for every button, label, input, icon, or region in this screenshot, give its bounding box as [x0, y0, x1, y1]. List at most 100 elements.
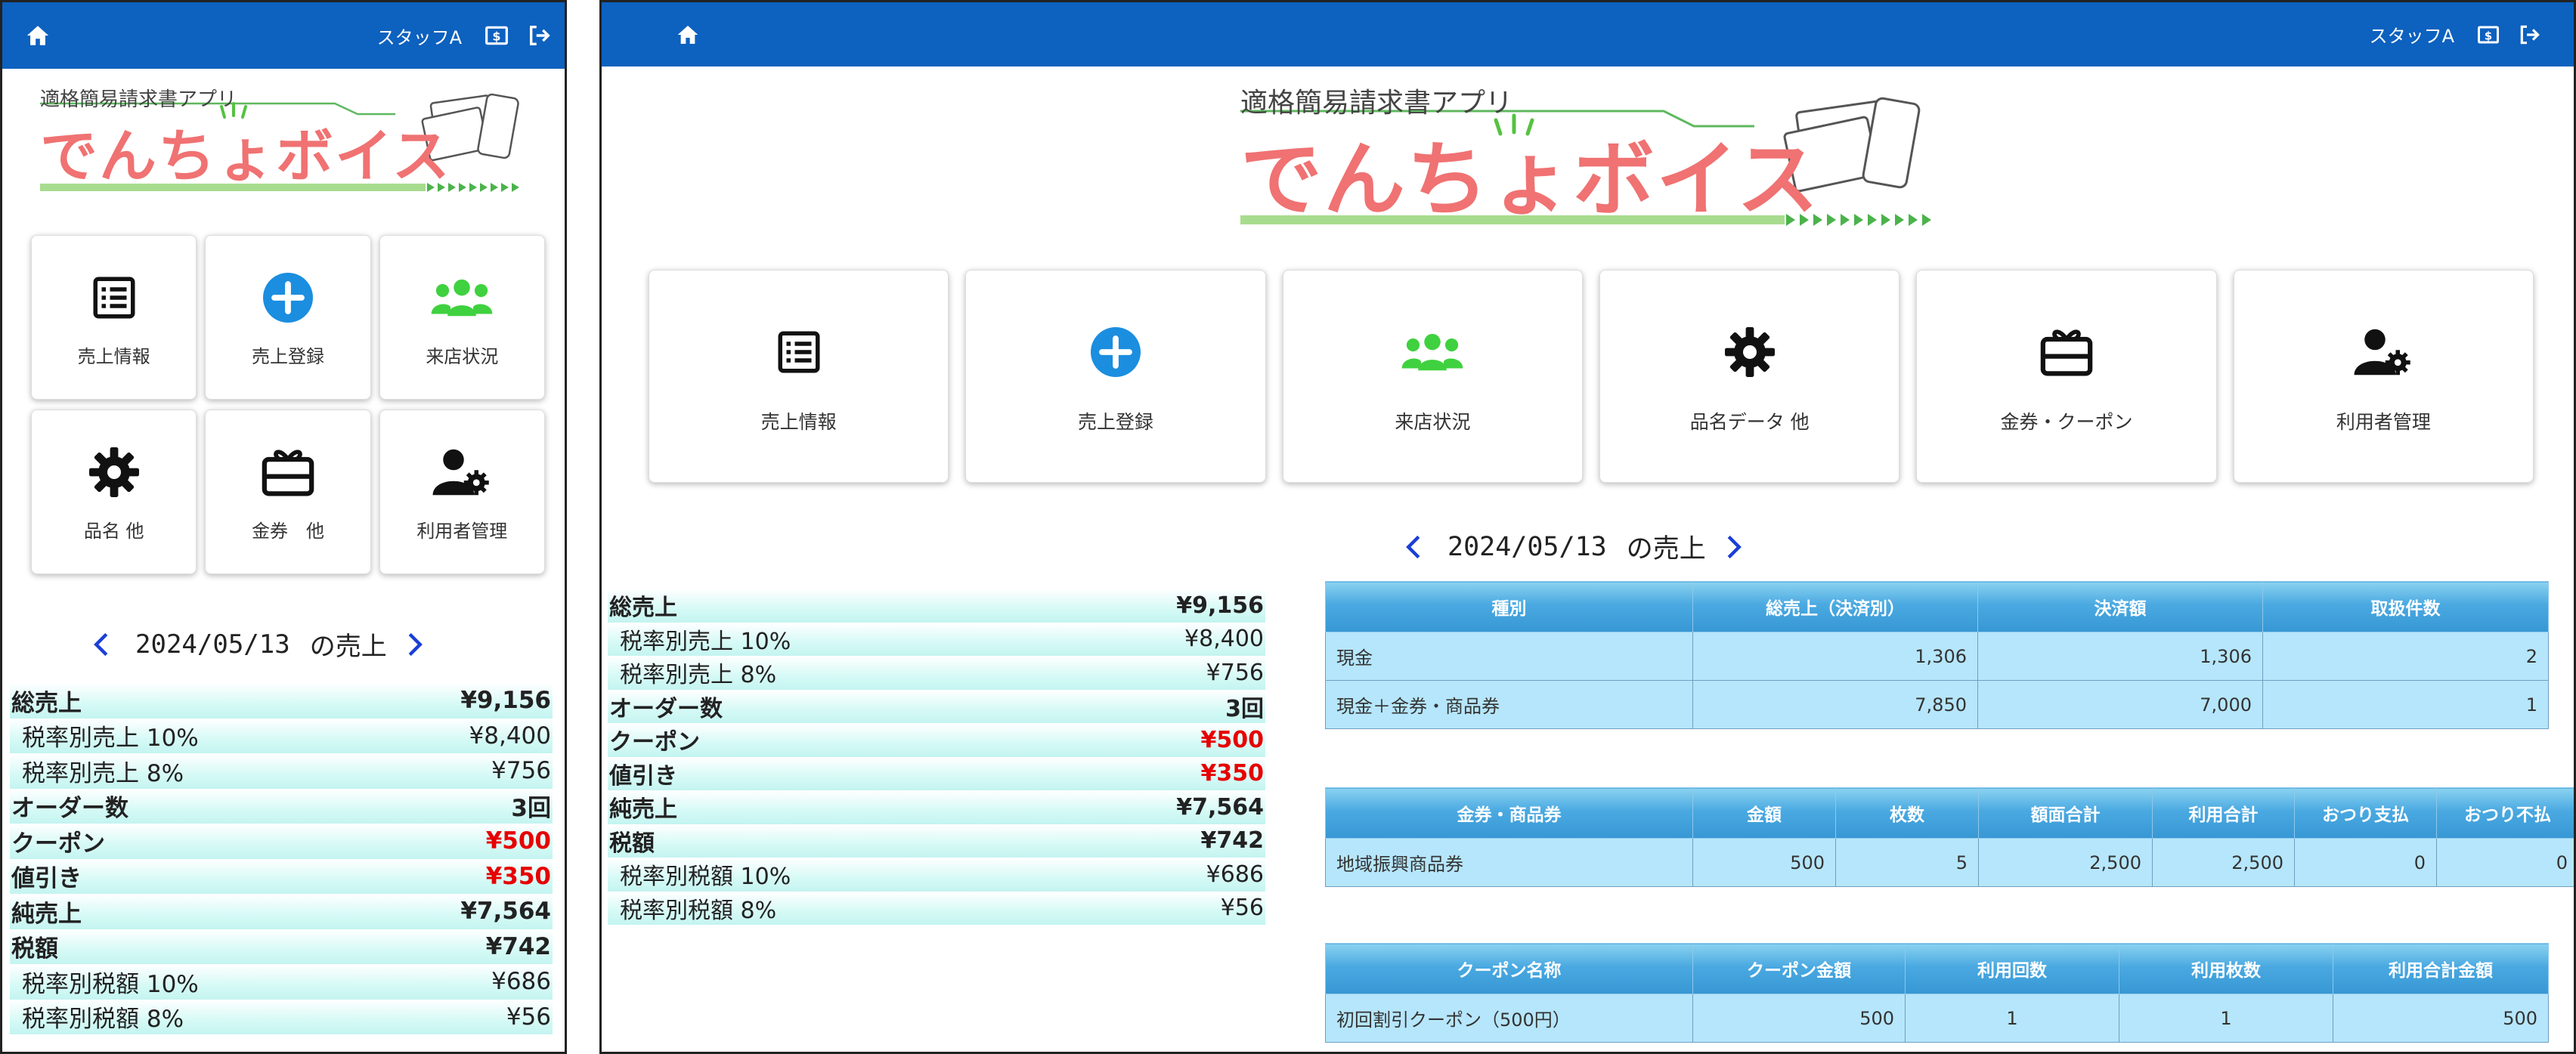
gear-icon [87, 442, 141, 502]
tile-sales-info[interactable]: 売上情報 [31, 235, 197, 400]
sales-date-suffix: の売上 [309, 632, 387, 662]
summary-row: 税率別売上 8% ¥756 [608, 656, 1265, 690]
summary-label: 税率別税額 10% [22, 970, 199, 998]
summary-row: 純売上 ¥7,564 [10, 894, 553, 929]
summary-label: 税率別売上 8% [620, 662, 777, 689]
staff-name: スタッフA [2369, 26, 2454, 47]
users-icon [429, 267, 494, 328]
tile-label: 金券 他 [251, 520, 324, 542]
column-header: 金額 [1692, 787, 1836, 839]
summary-value: ¥686 [1206, 861, 1264, 888]
summary-value: 3回 [511, 795, 551, 823]
summary-row: 税率別売上 10% ¥8,400 [608, 622, 1265, 656]
home-icon[interactable] [25, 23, 51, 48]
table-cell: 500 [1692, 994, 1906, 1043]
summary-row: 税率別売上 10% ¥8,400 [10, 718, 553, 753]
summary-row: 税率別税額 10% ¥686 [10, 964, 553, 1000]
tile-vouchers[interactable]: 金券 他 [205, 410, 371, 574]
summary-label: 純売上 [609, 796, 677, 824]
column-header: おつり支払 [2294, 787, 2437, 839]
table-cell: 2,500 [2152, 838, 2295, 887]
sales-date-suffix: の売上 [1626, 534, 1706, 564]
tile-items[interactable]: 品名 他 [31, 410, 197, 574]
tile-visit-status[interactable]: 来店状況 [379, 235, 545, 400]
svg-text:$: $ [492, 29, 500, 44]
summary-value: ¥8,400 [469, 722, 551, 750]
summary-value: ¥500 [485, 827, 551, 855]
tile-user-management[interactable]: 利用者管理 [2233, 270, 2534, 483]
summary-row: 総売上 ¥9,156 [10, 683, 553, 719]
summary-label: 税額 [609, 830, 655, 857]
summary-row: 税額 ¥742 [10, 929, 553, 964]
summary-value: ¥56 [506, 1003, 551, 1031]
chevron-left-icon[interactable] [93, 632, 110, 657]
tile-sales-register[interactable]: 売上登録 [965, 270, 1266, 483]
cash-register-icon[interactable]: $ [485, 24, 509, 47]
logo-title: でんちょボイス [1240, 133, 1820, 227]
chevron-left-icon[interactable] [1405, 534, 1422, 560]
tile-user-management[interactable]: 利用者管理 [379, 410, 545, 574]
date-navigator: 2024/05/13 の売上 [93, 626, 423, 663]
column-header: 利用回数 [1905, 943, 2119, 994]
sales-summary: 総売上 ¥9,156 税率別売上 10% ¥8,400 税率別売上 8% ¥756 オーダー… [10, 683, 553, 1034]
summary-value: ¥7,564 [460, 898, 551, 926]
column-header: 種別 [1325, 581, 1693, 632]
table-cell: 2,500 [1978, 838, 2153, 887]
chevron-right-icon[interactable] [407, 632, 423, 657]
summary-value: 3回 [1225, 695, 1264, 722]
column-header: 取扱件数 [2262, 581, 2549, 632]
table-cell: 500 [2333, 994, 2549, 1043]
cash-register-icon[interactable]: $ [2477, 24, 2500, 45]
summary-value: ¥56 [1220, 895, 1264, 922]
summary-value: ¥742 [485, 932, 551, 960]
column-header: 金券・商品券 [1325, 787, 1693, 839]
summary-row: 値引き ¥350 [608, 756, 1265, 790]
tile-label: 売上登録 [1077, 411, 1153, 433]
logout-icon[interactable] [2518, 23, 2542, 46]
tile-sales-register[interactable]: 売上登録 [205, 235, 371, 400]
summary-value: ¥9,156 [1176, 592, 1264, 619]
summary-value: ¥756 [491, 757, 551, 785]
column-header: 枚数 [1835, 787, 1979, 839]
plus-circle-icon [261, 267, 315, 328]
summary-value: ¥9,156 [460, 687, 551, 715]
tile-label: 来店状況 [426, 345, 499, 367]
summary-row: クーポン ¥500 [10, 824, 553, 859]
summary-label: 純売上 [11, 900, 82, 928]
column-header: 利用合計 [2152, 787, 2295, 839]
tile-vouchers-coupons[interactable]: 金券・クーポン [1916, 270, 2217, 483]
column-header: 総売上（決済別） [1692, 581, 1978, 632]
summary-label: クーポン [609, 729, 700, 756]
summary-row: 純売上 ¥7,564 [608, 790, 1265, 824]
logo-title: でんちょボイス [40, 122, 451, 190]
mobile-panel: スタッフA $ 適格簡易請求書アプリ でんちょボイス 売上情報 売上登録 来店状… [0, 0, 567, 1054]
chevron-right-icon[interactable] [1726, 534, 1742, 560]
column-header: 決済額 [1977, 581, 2263, 632]
column-header: 利用枚数 [2119, 943, 2333, 994]
summary-label: 税率別税額 8% [620, 897, 777, 924]
voucher-table: 金券・商品券 金額 枚数 額面合計 利用合計 おつり支払 おつり不払 地域振興商品券 500 5 2… [1325, 787, 2574, 887]
tile-item-data[interactable]: 品名データ 他 [1599, 270, 1900, 483]
tile-label: 金券・クーポン [2000, 411, 2133, 433]
summary-value: ¥350 [1200, 760, 1265, 787]
summary-label: オーダー数 [11, 795, 128, 823]
tile-sales-info[interactable]: 売上情報 [649, 270, 949, 483]
tile-label: 来店状況 [1395, 411, 1471, 433]
user-gear-icon [432, 442, 491, 502]
summary-value: ¥7,564 [1176, 793, 1264, 821]
summary-label: 税率別売上 10% [22, 725, 199, 753]
summary-row: オーダー数 3回 [10, 788, 553, 824]
logout-icon[interactable] [527, 23, 553, 48]
menu-tiles: 売上情報 売上登録 来店状況 品名データ 他 金券・クーポン 利用者管理 [649, 270, 2534, 483]
summary-value: ¥500 [1200, 726, 1265, 753]
app-logo: 適格簡易請求書アプリ でんちょボイス [1240, 81, 1936, 232]
summary-label: 総売上 [609, 595, 677, 622]
tile-visit-status[interactable]: 来店状況 [1282, 270, 1583, 483]
summary-label: クーポン [11, 830, 105, 858]
table-cell: 1 [2119, 994, 2333, 1043]
tile-label: 売上登録 [251, 345, 324, 367]
tablet-panel: スタッフA $ 適格簡易請求書アプリ でんちょボイス 売上情報 売上登録 来店状… [599, 0, 2576, 1054]
summary-value: ¥686 [491, 968, 551, 996]
date-navigator: 2024/05/13 の売上 [1405, 527, 1742, 566]
home-icon[interactable] [676, 23, 700, 46]
